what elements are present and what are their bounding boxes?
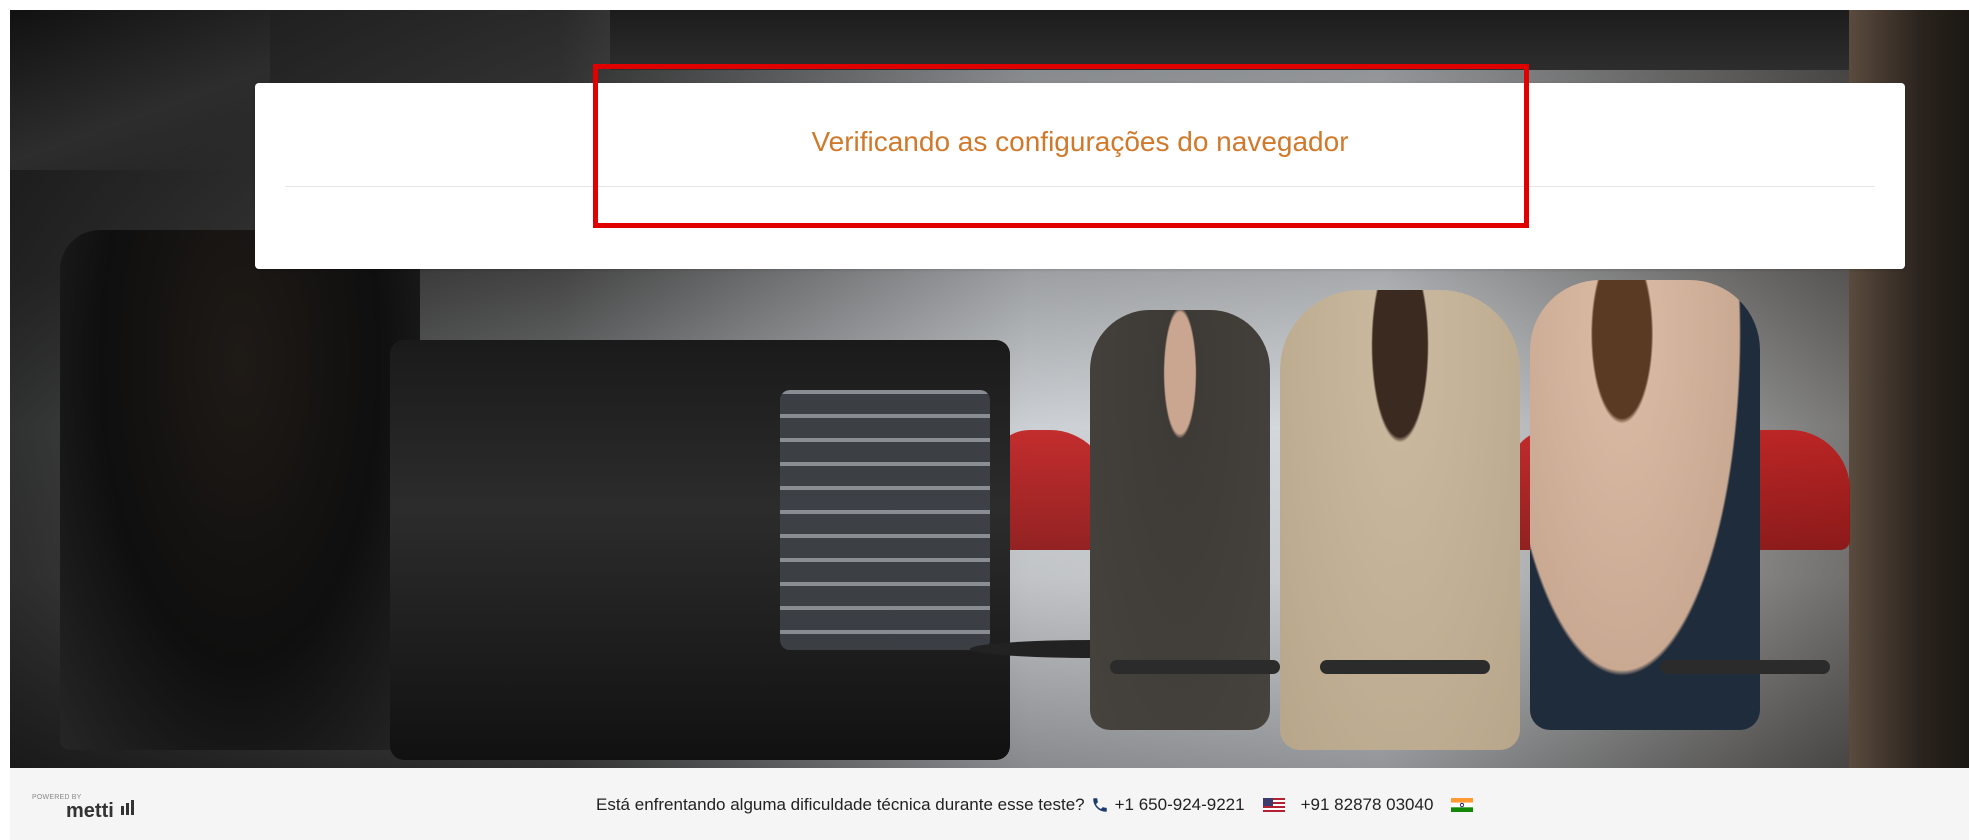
card-title: Verificando as configurações do navegado…	[811, 126, 1349, 157]
metti-logo-icon	[121, 800, 134, 815]
window-frame-top	[610, 10, 1860, 70]
us-phone-number: +1 650-924-9221	[1114, 795, 1245, 814]
coffee-grinder	[60, 230, 420, 750]
brand-name: metti	[66, 800, 114, 822]
page: Verificando as configurações do navegado…	[0, 0, 1969, 840]
support-info: Está enfrentando alguma dificuldade técn…	[596, 794, 1483, 816]
stool	[1320, 660, 1490, 674]
phone-icon	[1092, 798, 1107, 812]
powered-by-logo: POWERED BY metti	[32, 794, 142, 822]
card-divider	[285, 186, 1875, 187]
us-flag-icon	[1262, 798, 1285, 812]
stool	[1110, 660, 1280, 674]
india-phone-number: +91 82878 03040	[1300, 795, 1434, 814]
stool	[1660, 660, 1830, 674]
espresso-machine-panel	[780, 390, 990, 650]
browser-check-card: Verificando as configurações do navegado…	[255, 83, 1905, 269]
awning	[10, 10, 270, 170]
india-flag-icon	[1451, 798, 1474, 812]
person	[1280, 290, 1520, 750]
footer: POWERED BY metti Está enfrentando alguma…	[10, 768, 1969, 840]
support-text: Está enfrentando alguma dificuldade técn…	[596, 795, 1085, 814]
